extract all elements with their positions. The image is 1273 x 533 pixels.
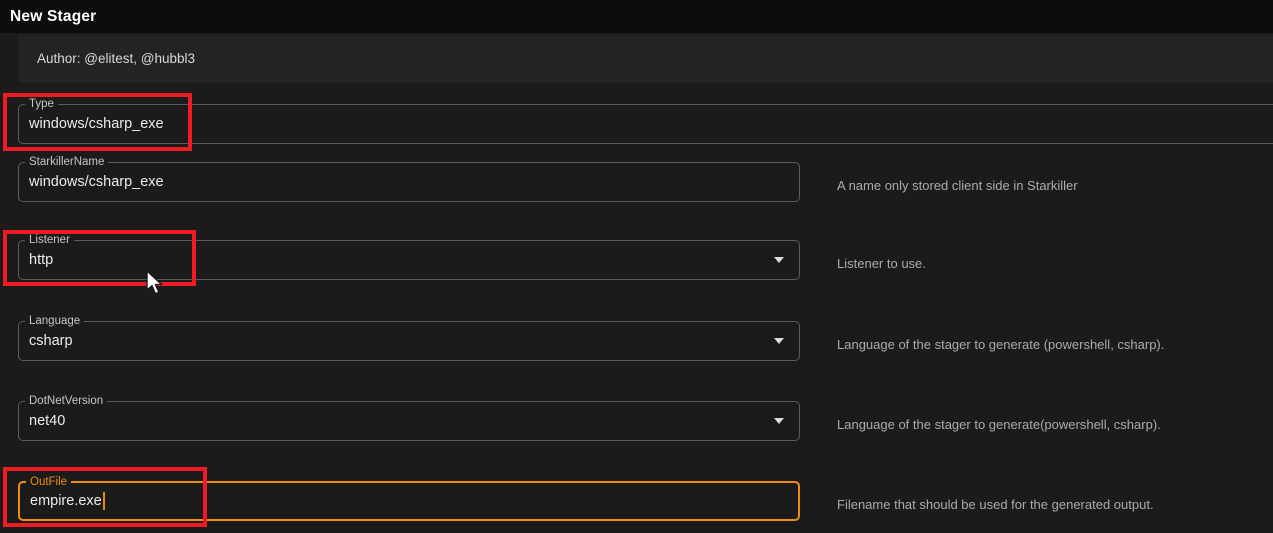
dotnetversion-select-field[interactable]: DotNetVersion net40 (18, 401, 800, 441)
outfile-field-value: empire.exe (30, 483, 105, 519)
starkillername-field-value: windows/csharp_exe (29, 163, 164, 201)
language-field-value: csharp (29, 322, 73, 360)
starkillername-input-field[interactable]: StarkillerName windows/csharp_exe (18, 162, 800, 202)
author-text: Author: @elitest, @hubbl3 (18, 51, 195, 66)
dropdown-arrow-icon[interactable] (774, 257, 784, 263)
dotnetversion-field-value: net40 (29, 402, 65, 440)
language-helper-text: Language of the stager to generate (powe… (837, 337, 1164, 352)
dotnetversion-helper-text: Language of the stager to generate(power… (837, 417, 1161, 432)
text-caret (103, 492, 105, 510)
listener-helper-text: Listener to use. (837, 256, 926, 271)
top-bar: New Stager (0, 0, 1273, 33)
dropdown-arrow-icon[interactable] (774, 338, 784, 344)
starkillername-helper-text: A name only stored client side in Starki… (837, 178, 1078, 193)
dropdown-arrow-icon[interactable] (774, 418, 784, 424)
type-field-value: windows/csharp_exe (29, 105, 164, 143)
outfile-helper-text: Filename that should be used for the gen… (837, 497, 1154, 512)
language-select-field[interactable]: Language csharp (18, 321, 800, 361)
type-select-field[interactable]: Type windows/csharp_exe (18, 104, 1273, 144)
author-card: Author: @elitest, @hubbl3 (18, 34, 1273, 83)
page-title: New Stager (0, 8, 96, 26)
new-stager-page: New Stager Author: @elitest, @hubbl3 Typ… (0, 0, 1273, 533)
listener-field-value: http (29, 241, 53, 279)
listener-select-field[interactable]: Listener http (18, 240, 800, 280)
outfile-input-field[interactable]: OutFile empire.exe (18, 481, 800, 521)
